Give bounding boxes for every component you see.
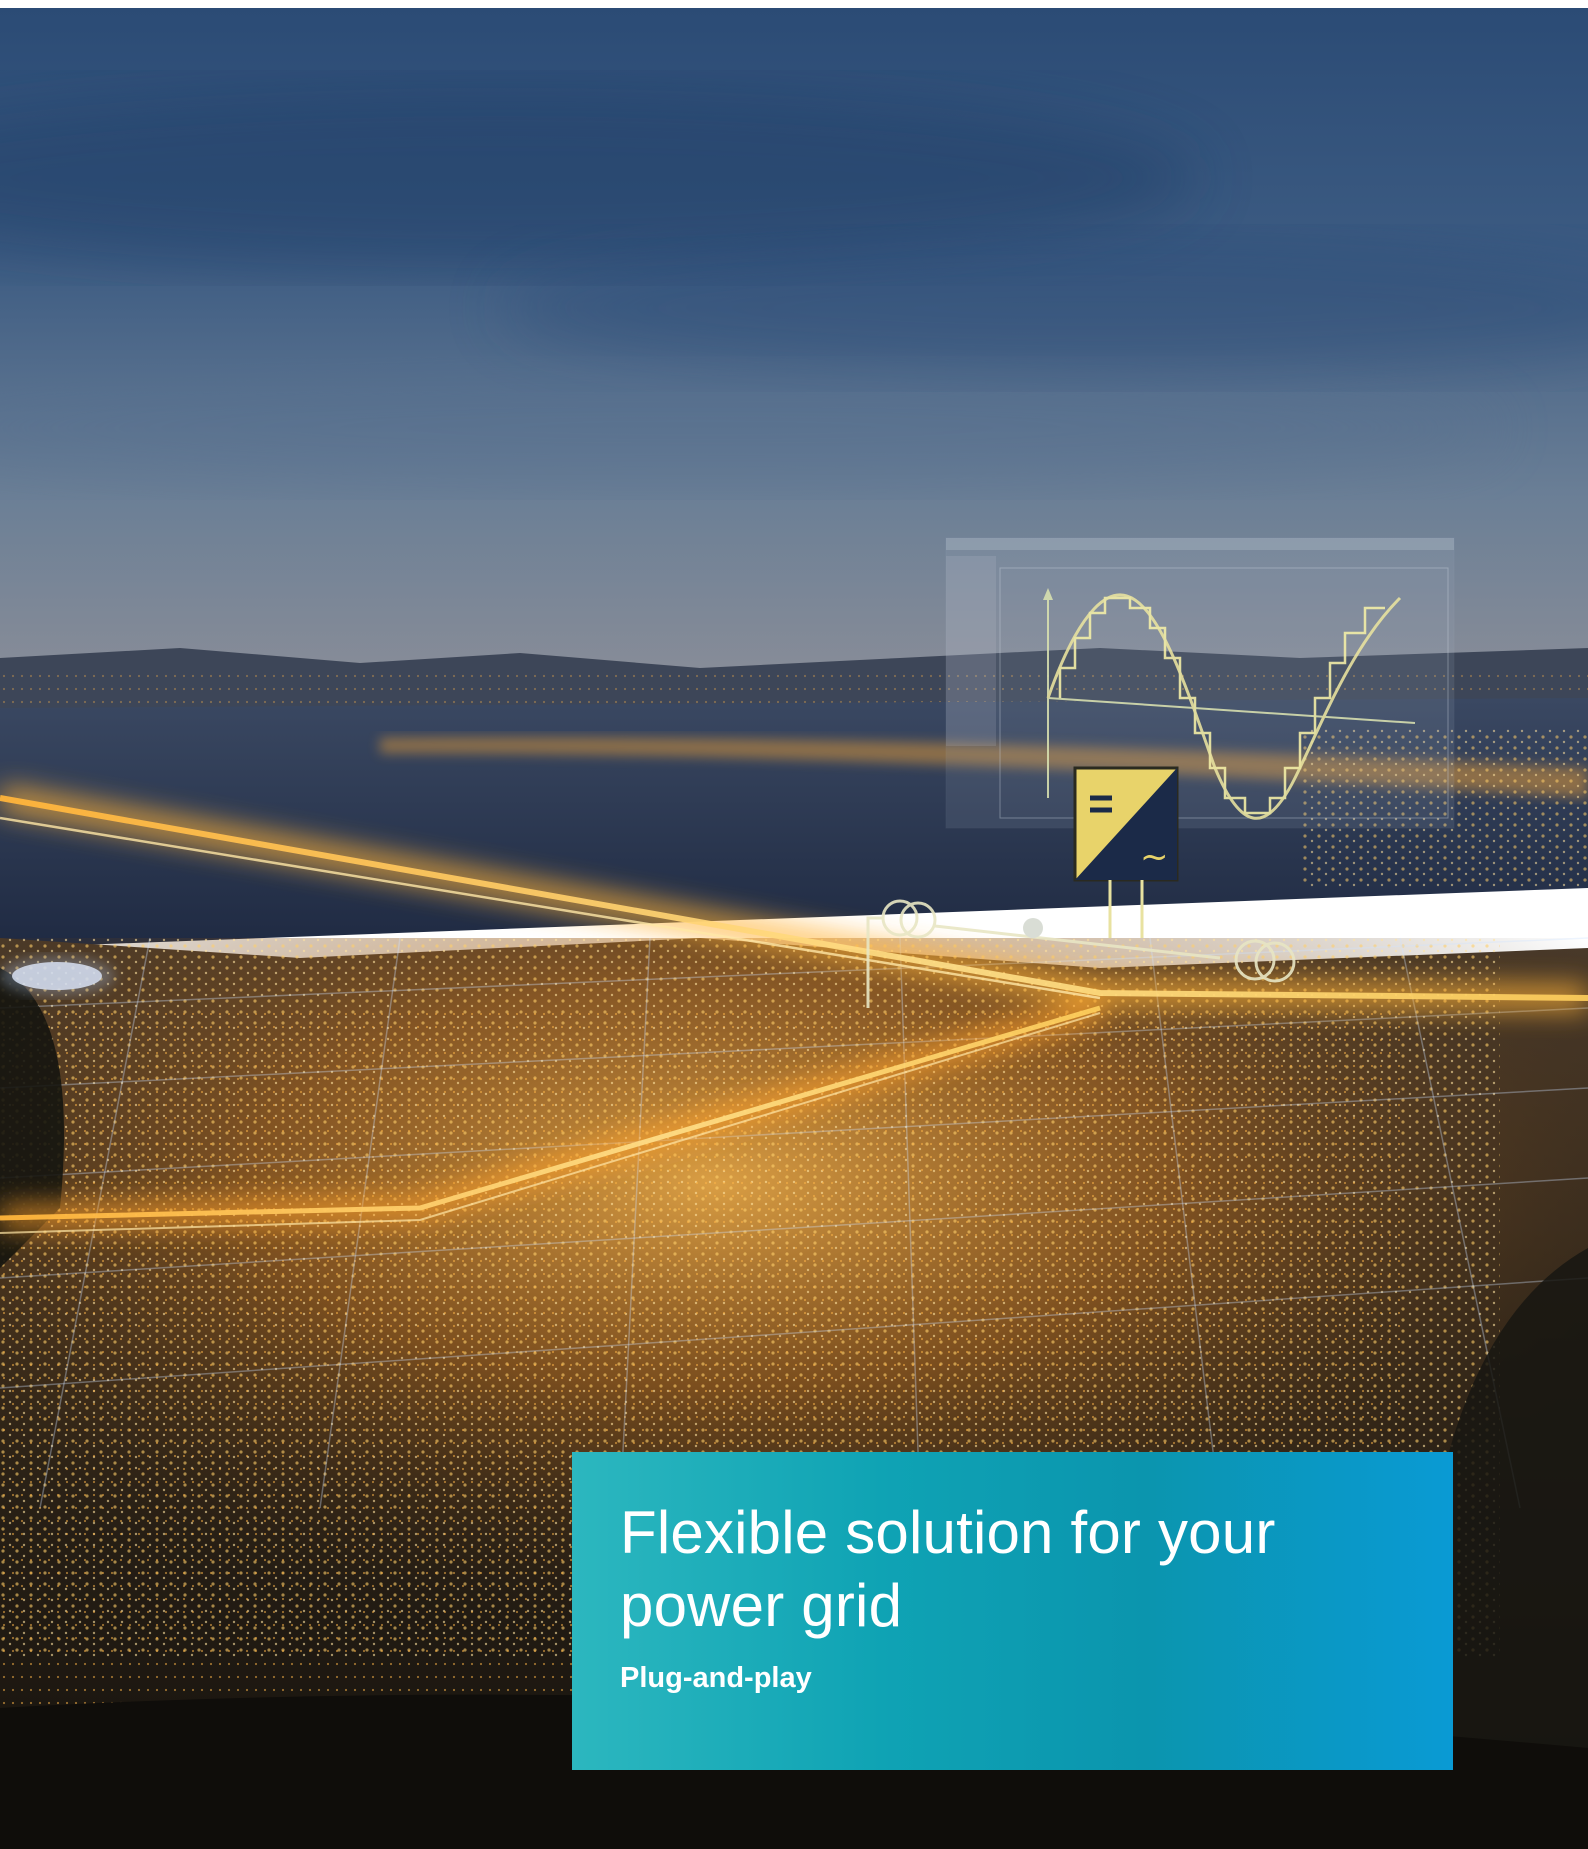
banner-title: Flexible solution for your power grid [620,1499,1276,1639]
title-banner: Flexible solution for your power grid Pl… [572,1452,1453,1770]
page: ~ Flexible solution for your power grid … [0,0,1588,1849]
svg-text:~: ~ [1140,837,1169,877]
converter-symbol: ~ [1073,766,1179,938]
banner-subtitle: Plug-and-play [620,1662,812,1694]
waveform-overlay [945,537,1455,829]
